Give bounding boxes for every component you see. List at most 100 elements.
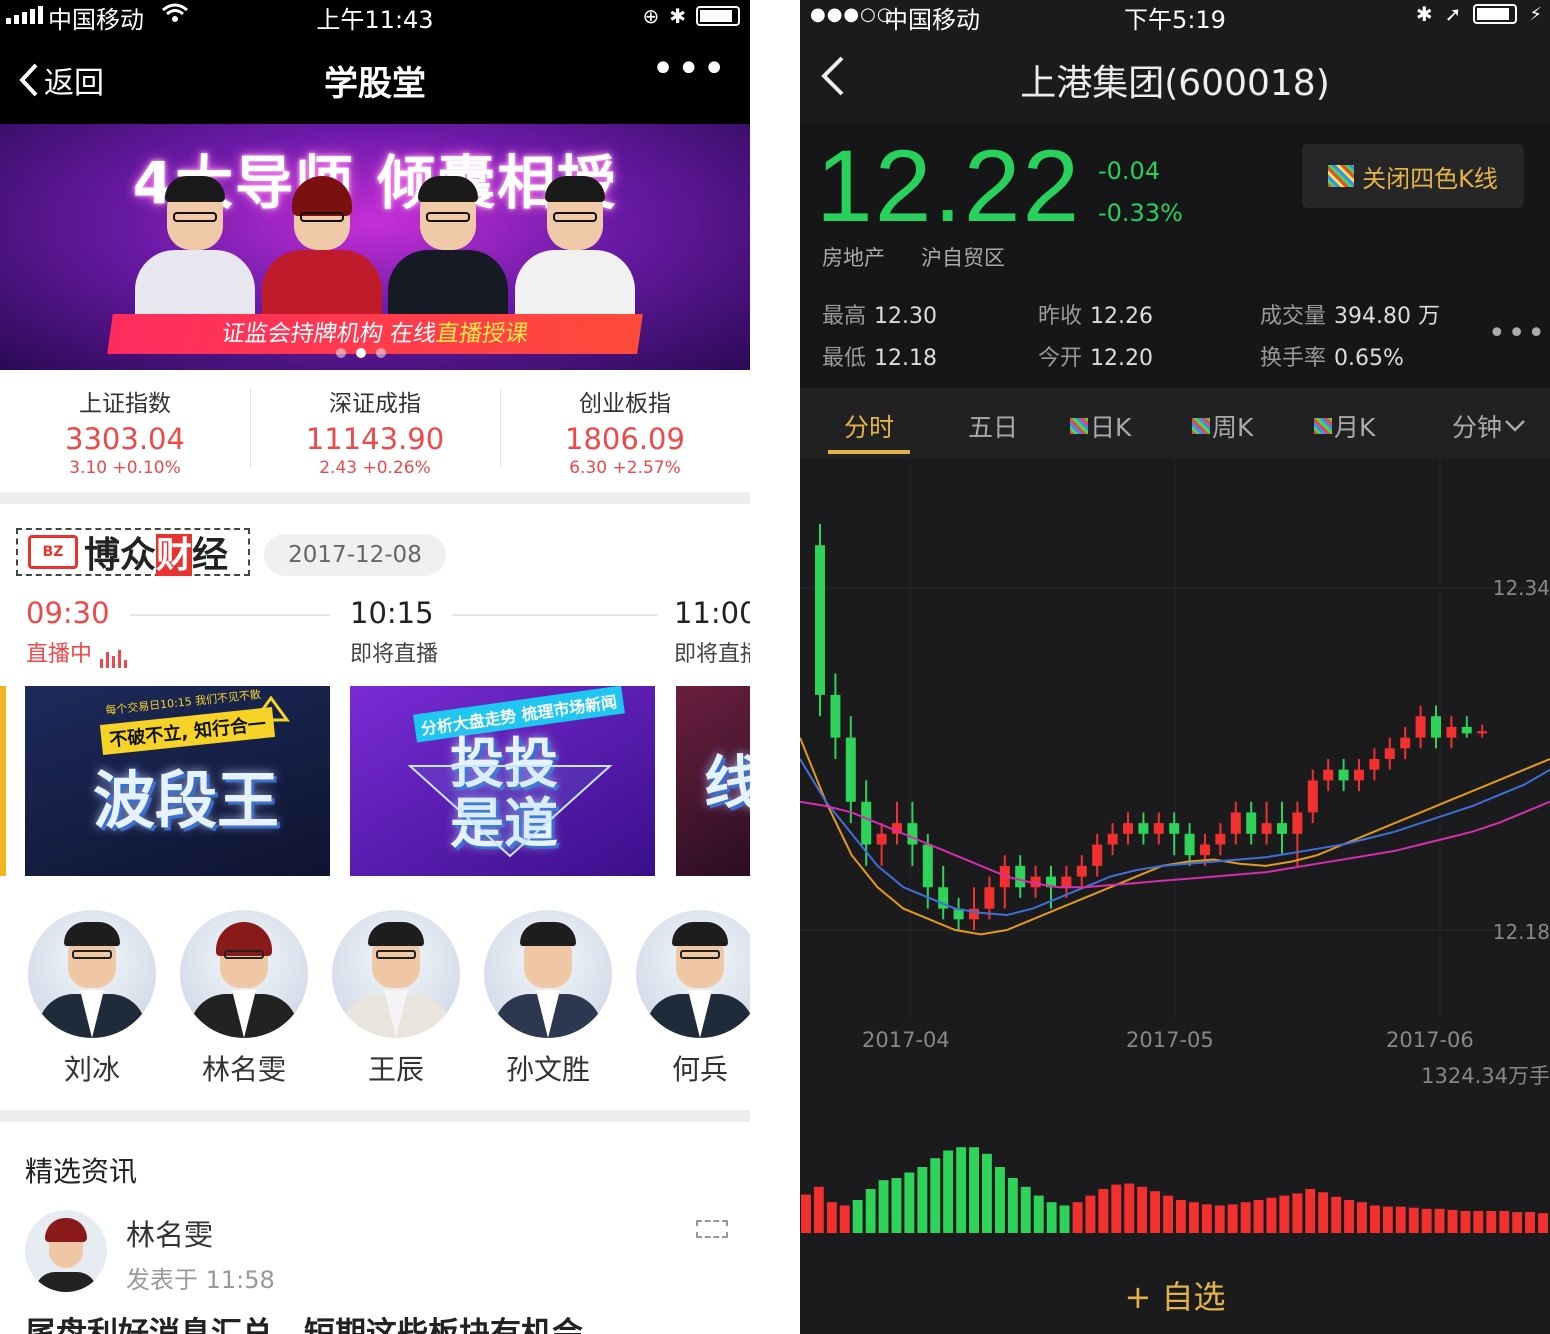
live-bars-icon [100, 650, 128, 668]
change-abs: -0.04 [1098, 157, 1161, 185]
post-options-icon[interactable] [696, 1220, 728, 1238]
carousel-dots[interactable] [336, 348, 386, 358]
kline-chart[interactable] [800, 458, 1550, 1258]
candle-body [1184, 833, 1195, 856]
divider [0, 492, 750, 504]
candle-body [861, 801, 872, 845]
change-pct: -0.33% [1098, 199, 1183, 227]
thumb-title: 波段王 [93, 764, 280, 837]
teacher-avatar[interactable] [180, 910, 308, 1038]
tab-five-day[interactable]: 五日 [968, 408, 1018, 444]
candle-body [1477, 731, 1488, 734]
candle-body [1354, 769, 1364, 781]
page-title: 学股堂 [324, 64, 426, 104]
teacher-name[interactable]: 林名雯 [169, 1048, 319, 1088]
teacher-name[interactable]: 刘冰 [17, 1048, 167, 1088]
teacher-avatar[interactable] [28, 910, 156, 1038]
more-stats-button[interactable]: ••• [1488, 316, 1547, 351]
volume-bar [1512, 1212, 1523, 1233]
tab-monthly-k[interactable]: 月K [1314, 408, 1375, 444]
volume-bar [1370, 1205, 1380, 1233]
teacher-avatar[interactable] [484, 910, 612, 1038]
section-title: 精选资讯 [25, 1155, 138, 1188]
tab-intraday[interactable]: 分时 [844, 408, 894, 444]
promo-banner[interactable]: 4大导师 倾囊相授 证监会持牌机构 在线直播授课 [0, 124, 750, 370]
volume-max-label: 1324.34万手 [1421, 1064, 1550, 1088]
stat-prev-close: 昨收 12.26 [1038, 304, 1153, 329]
index-card[interactable]: 创业板指 1806.09 6.30 +2.57% [500, 370, 750, 492]
volume-bar [1382, 1206, 1393, 1233]
teacher-avatar[interactable] [332, 910, 460, 1038]
volume-bar [1163, 1195, 1173, 1233]
x-axis-label: 2017-04 [862, 1028, 950, 1052]
sector-tag[interactable]: 房地产 [822, 242, 885, 272]
volume-bar [1525, 1212, 1535, 1233]
candle-body [845, 737, 856, 802]
tab-label: 日K [1090, 413, 1132, 442]
index-name: 深证成指 [329, 391, 421, 417]
index-name: 创业板指 [579, 391, 671, 417]
index-name: 上证指数 [79, 391, 171, 417]
volume-bar [1033, 1195, 1044, 1233]
concept-tag[interactable]: 沪自贸区 [921, 242, 1005, 272]
battery-icon [1473, 4, 1518, 24]
tab-weekly-k[interactable]: 周K [1192, 408, 1253, 444]
volume-bar [865, 1189, 876, 1233]
live-thumbnail[interactable]: 线 [676, 686, 750, 876]
four-color-icon [1314, 418, 1332, 434]
volume-bar [1020, 1186, 1031, 1233]
teacher-name[interactable]: 王辰 [321, 1048, 471, 1088]
tab-label: 分钟 [1452, 413, 1503, 442]
bluetooth-icon: ✱ [669, 4, 686, 28]
live-thumbnail[interactable]: 分析大盘走势 梳理市场新闻 投投是道 [350, 686, 655, 876]
y-axis-label: 12.18 [1492, 920, 1550, 944]
candle-body [984, 887, 995, 909]
volume-bar [904, 1172, 915, 1233]
post-headline[interactable]: 尾盘利好消息汇总，短期这些板块有机会 [25, 1308, 583, 1334]
candle-body [1015, 865, 1026, 888]
schedule-item[interactable]: 10:15 即将直播 [350, 596, 438, 668]
post-author-avatar[interactable] [25, 1210, 107, 1292]
stat-volume: 成交量 394.80 万 [1260, 304, 1440, 329]
schedule-item-live[interactable]: 09:30 直播中 [26, 596, 128, 668]
tab-minute[interactable]: 分钟 [1452, 408, 1526, 444]
schedule-item[interactable]: 11:00 即将直播 [674, 596, 750, 668]
candle-body [1261, 823, 1272, 834]
index-card[interactable]: 深证成指 11143.90 2.43 +0.26% [250, 370, 500, 492]
brand-name: 博众 [84, 534, 157, 576]
volume-bar [956, 1147, 967, 1233]
add-to-watchlist-button[interactable]: + 自选 [800, 1272, 1550, 1318]
volume-bar [1538, 1213, 1548, 1233]
teacher-name[interactable]: 何兵 [625, 1048, 750, 1088]
schedule-status: 即将直播 [350, 642, 439, 667]
volume-bar [826, 1202, 837, 1233]
tab-label: 月K [1334, 413, 1376, 442]
k4-button-label: 关闭四色K线 [1362, 164, 1498, 193]
volume-bar [878, 1180, 889, 1233]
tab-label: 周K [1212, 413, 1254, 442]
teacher-avatar[interactable] [636, 910, 750, 1038]
x-axis-label: 2017-05 [1126, 1028, 1214, 1052]
price-change: -0.04 -0.33% [1098, 150, 1183, 234]
lock-rotation-icon: ⊕ [642, 4, 660, 28]
quote-panel: 12.22 -0.04 -0.33% 关闭四色K线 房地产 沪自贸区 最高 12.… [800, 122, 1550, 388]
index-card[interactable]: 上证指数 3303.04 3.10 +0.10% [0, 370, 250, 492]
live-thumbnail[interactable]: 每个交易日10:15 我们不见不散 不破不立, 知行合一 波段王 [25, 686, 330, 876]
candle-body [1200, 844, 1210, 856]
volume-bar [1279, 1195, 1290, 1233]
thumb-title: 线 [704, 749, 750, 817]
schedule-time: 11:00 [674, 596, 750, 630]
teacher-name[interactable]: 孙文胜 [473, 1048, 623, 1088]
index-change: 6.30 +2.57% [569, 458, 681, 478]
volume-bar [943, 1150, 954, 1233]
tab-daily-k[interactable]: 日K [1070, 408, 1131, 444]
nav-bar: 返回 学股堂 ••• [0, 32, 750, 124]
battery-icon [696, 6, 740, 26]
volume-bar [1046, 1202, 1057, 1233]
toggle-four-color-kline-button[interactable]: 关闭四色K线 [1302, 144, 1524, 208]
candle-body [1400, 737, 1411, 749]
post-author[interactable]: 林名雯 [126, 1212, 213, 1254]
volume-bar [1137, 1186, 1148, 1233]
volume-bar [1331, 1196, 1342, 1233]
more-menu-button[interactable]: ••• [651, 46, 728, 92]
